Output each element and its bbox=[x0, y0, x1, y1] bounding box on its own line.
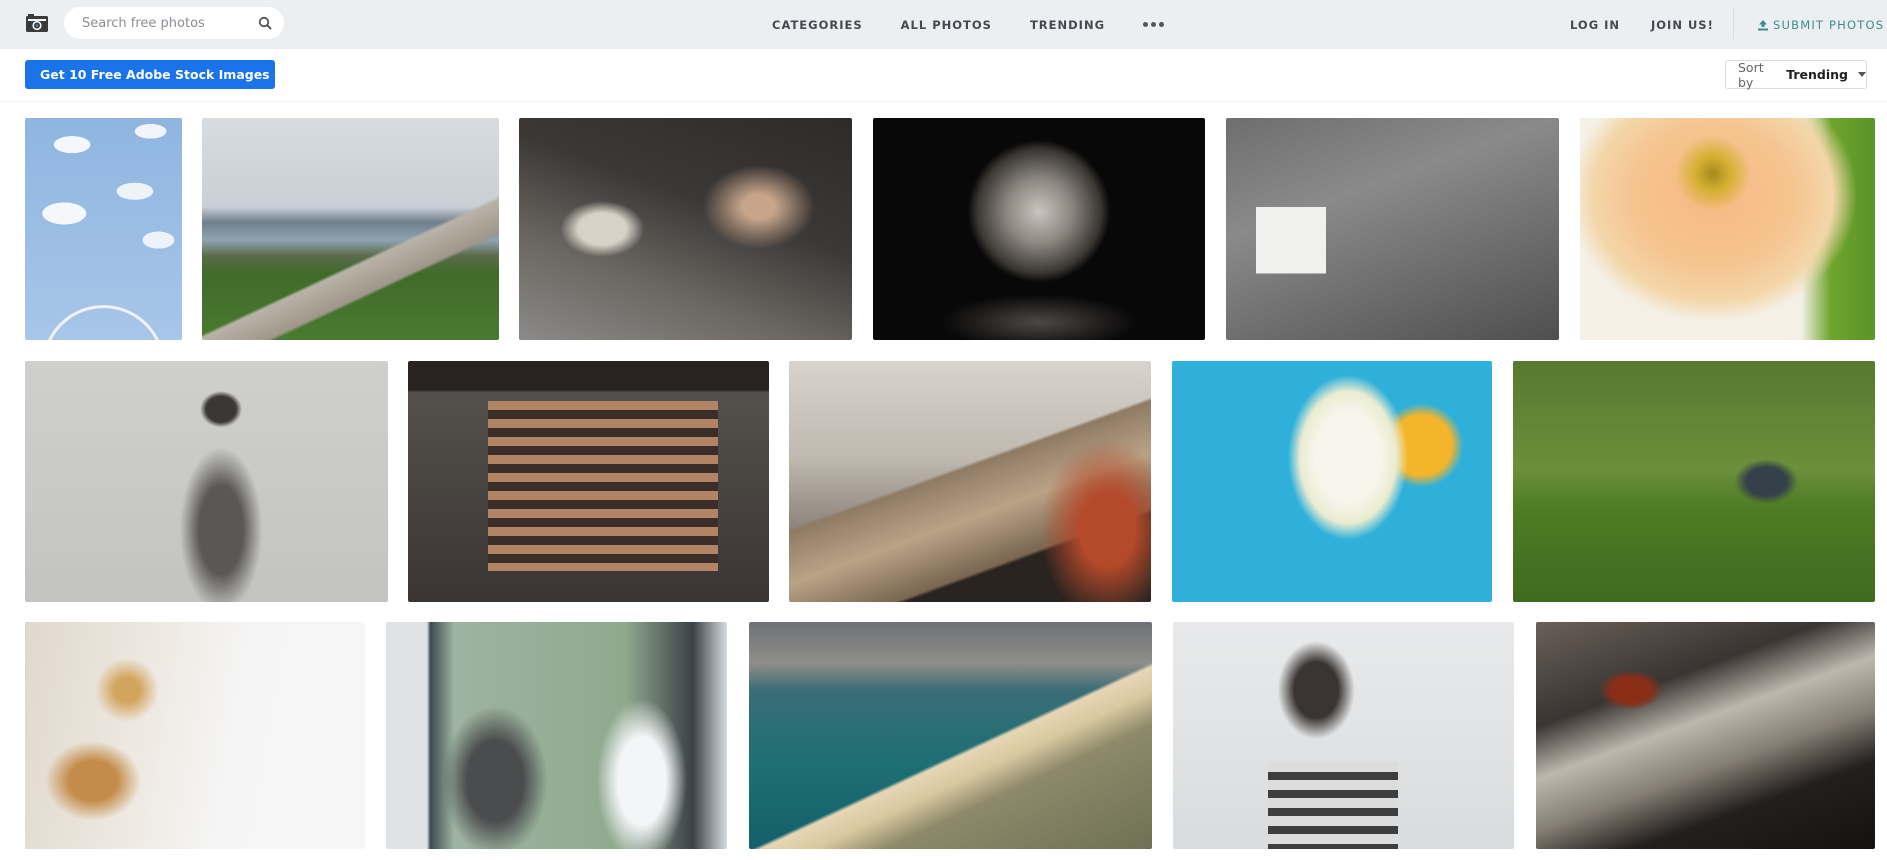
sort-value: Trending bbox=[1786, 67, 1848, 82]
sort-prefix: Sort by bbox=[1738, 59, 1764, 90]
dot bbox=[1151, 22, 1157, 27]
promo-label: Get 10 Free Adobe Stock Images → bbox=[40, 67, 285, 82]
sort-dropdown[interactable]: Sort by Trending bbox=[1725, 59, 1867, 90]
photo-ferris-wheel[interactable] bbox=[25, 118, 182, 340]
join-link[interactable]: JOIN US! bbox=[1651, 18, 1714, 32]
toolbar: Get 10 Free Adobe Stock Images → Sort by… bbox=[0, 49, 1887, 102]
nav-categories[interactable]: CATEGORIES bbox=[772, 18, 863, 32]
photo-handmade-soap[interactable] bbox=[25, 622, 365, 849]
photo-lapwing-bird[interactable] bbox=[1513, 361, 1875, 602]
caret-down-icon bbox=[1858, 72, 1866, 77]
top-navbar: CATEGORIES ALL PHOTOS TRENDING LOG IN JO… bbox=[0, 0, 1887, 49]
photo-shadow-blinds-room[interactable] bbox=[408, 361, 769, 602]
more-dots-icon[interactable] bbox=[1143, 22, 1165, 27]
photo-aerial-coast[interactable] bbox=[749, 622, 1152, 849]
photo-lake-path[interactable] bbox=[202, 118, 499, 340]
photo-writing-table[interactable] bbox=[1536, 622, 1875, 849]
main-nav: CATEGORIES ALL PHOTOS TRENDING bbox=[772, 0, 1165, 49]
adobe-stock-promo-button[interactable]: Get 10 Free Adobe Stock Images → bbox=[25, 60, 284, 89]
photo-gerbera-flower[interactable] bbox=[1580, 118, 1875, 340]
dot bbox=[1143, 22, 1149, 27]
photo-man-sketch-wall[interactable] bbox=[1173, 622, 1514, 849]
search-icon[interactable] bbox=[258, 16, 272, 30]
login-link[interactable]: LOG IN bbox=[1570, 18, 1620, 32]
photo-doctor-patient[interactable] bbox=[386, 622, 727, 849]
search-box bbox=[64, 7, 284, 39]
dot bbox=[1159, 22, 1165, 27]
search-input[interactable] bbox=[82, 7, 252, 39]
nav-divider bbox=[1733, 7, 1734, 39]
nav-trending[interactable]: TRENDING bbox=[1030, 18, 1105, 32]
upload-icon bbox=[1758, 19, 1768, 30]
join-wrapper: JOIN US! bbox=[1651, 0, 1752, 49]
submit-photos-label: SUBMIT PHOTOS bbox=[1773, 17, 1885, 32]
camera-icon[interactable] bbox=[25, 13, 49, 33]
login-wrapper: LOG IN bbox=[1570, 0, 1658, 49]
photo-people-working[interactable] bbox=[519, 118, 852, 340]
photo-group-meeting[interactable] bbox=[789, 361, 1151, 602]
photo-road-closed-sign[interactable] bbox=[1226, 118, 1559, 340]
photo-woman-portrait[interactable] bbox=[25, 361, 388, 602]
photo-white-lily[interactable] bbox=[1172, 361, 1492, 602]
nav-all-photos[interactable]: ALL PHOTOS bbox=[901, 18, 992, 32]
photo-metal-skull[interactable] bbox=[873, 118, 1205, 340]
submit-photos-button[interactable]: SUBMIT PHOTOS bbox=[1757, 0, 1884, 49]
